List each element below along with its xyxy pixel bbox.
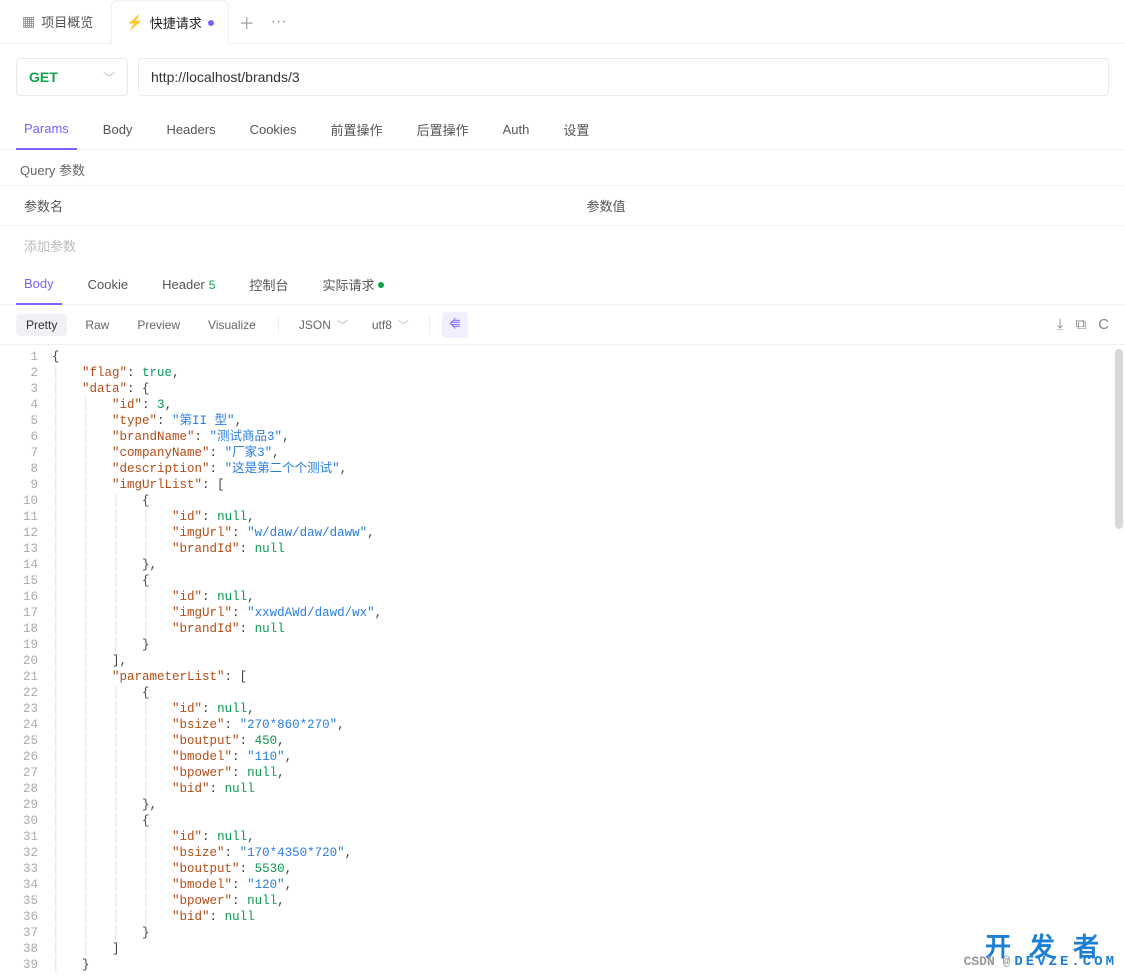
header-count-badge: 5: [209, 278, 216, 292]
resp-tab-console[interactable]: 控制台: [241, 265, 296, 305]
toolbar-right-actions: ⤓ ⧉ C: [1057, 316, 1109, 333]
tab-body[interactable]: Body: [95, 110, 141, 150]
scrollbar-thumb[interactable]: [1115, 349, 1123, 529]
view-raw-button[interactable]: Raw: [75, 314, 119, 336]
col-value-header: 参数值: [563, 186, 1125, 225]
divider: [429, 316, 430, 334]
query-params-table: 参数名 参数值 添加参数: [0, 185, 1125, 265]
view-preview-button[interactable]: Preview: [127, 314, 190, 336]
tab-cookies[interactable]: Cookies: [242, 110, 305, 150]
wrap-icon: ⭅: [449, 317, 460, 332]
search-button[interactable]: C: [1098, 316, 1109, 333]
lightning-icon: ⚡: [126, 14, 143, 31]
tab-auth[interactable]: Auth: [495, 110, 538, 150]
resp-tab-cookie[interactable]: Cookie: [80, 265, 136, 305]
format-select[interactable]: JSON ﹀: [291, 313, 356, 337]
tab-post-action[interactable]: 后置操作: [409, 110, 477, 150]
add-param-placeholder: 添加参数: [0, 226, 563, 265]
unsaved-dot-icon: [208, 20, 214, 26]
tab-label: 快捷请求: [150, 13, 202, 32]
response-body-code[interactable]: { │ "flag": true, │ "data": { │ │ "id": …: [46, 345, 1125, 976]
tab-settings[interactable]: 设置: [555, 110, 597, 150]
encoding-select[interactable]: utf8 ﹀: [364, 313, 417, 337]
tab-overflow-button[interactable]: ···: [265, 8, 293, 36]
tab-pre-action[interactable]: 前置操作: [323, 110, 391, 150]
download-button[interactable]: ⤓: [1057, 316, 1064, 333]
view-pretty-button[interactable]: Pretty: [16, 314, 67, 336]
tab-quick-request[interactable]: ⚡ 快捷请求: [111, 0, 228, 44]
query-params-title: Query 参数: [0, 150, 1125, 185]
view-visualize-button[interactable]: Visualize: [198, 314, 266, 336]
response-body-viewer: 1234567891011121314151617181920212223242…: [0, 345, 1125, 976]
resp-tab-header[interactable]: Header 5: [154, 265, 223, 305]
wrap-lines-button[interactable]: ⭅: [442, 312, 468, 338]
request-section-tabs: Params Body Headers Cookies 前置操作 后置操作 Au…: [0, 110, 1125, 150]
add-tab-button[interactable]: ＋: [233, 8, 261, 36]
divider: [278, 316, 279, 334]
top-tabs: ▦ 项目概览 ⚡ 快捷请求 ＋ ···: [0, 0, 1125, 44]
chevron-down-icon: ﹀: [103, 69, 115, 86]
copy-button[interactable]: ⧉: [1075, 316, 1086, 333]
tab-headers[interactable]: Headers: [158, 110, 223, 150]
resp-tab-actual[interactable]: 实际请求: [314, 265, 392, 305]
add-param-row[interactable]: 添加参数: [0, 225, 1125, 265]
col-name-header: 参数名: [0, 186, 563, 225]
resp-tab-body[interactable]: Body: [16, 265, 62, 305]
table-header-row: 参数名 参数值: [0, 185, 1125, 225]
response-section-tabs: Body Cookie Header 5 控制台 实际请求: [0, 265, 1125, 305]
request-line: GET ﹀: [0, 44, 1125, 110]
tab-label: 项目概览: [41, 12, 93, 31]
tab-project-overview[interactable]: ▦ 项目概览: [8, 0, 107, 44]
status-dot-icon: [378, 282, 384, 288]
tab-params[interactable]: Params: [16, 110, 77, 150]
http-method-select[interactable]: GET ﹀: [16, 58, 128, 96]
response-toolbar: Pretty Raw Preview Visualize JSON ﹀ utf8…: [0, 305, 1125, 345]
chevron-down-icon: ﹀: [337, 317, 348, 333]
chevron-down-icon: ﹀: [398, 317, 409, 333]
grid-icon: ▦: [22, 13, 35, 30]
url-input[interactable]: [138, 58, 1109, 96]
line-number-gutter: 1234567891011121314151617181920212223242…: [0, 345, 46, 976]
http-method-value: GET: [29, 69, 58, 85]
